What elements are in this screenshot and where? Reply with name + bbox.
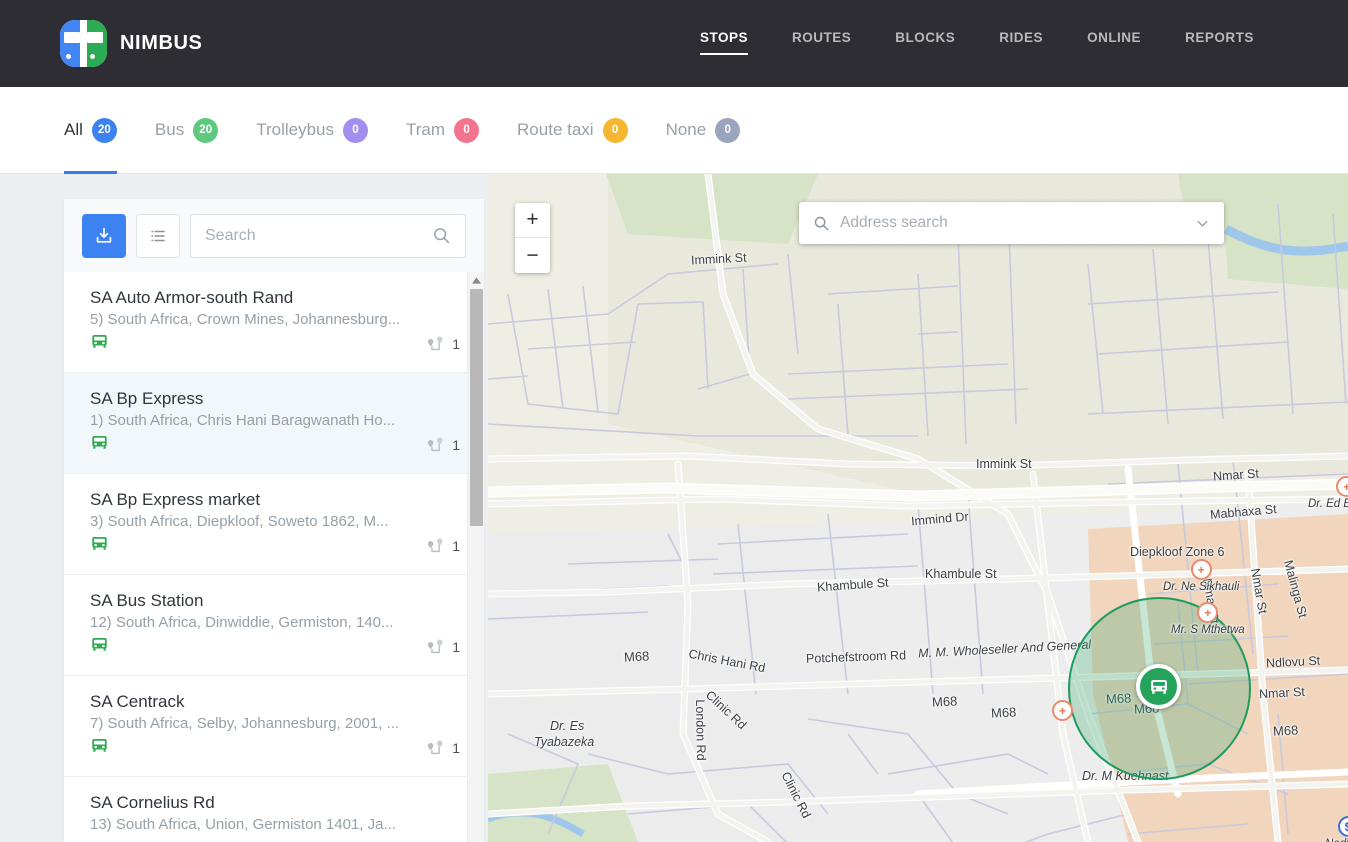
route-count-value: 1	[452, 437, 460, 453]
scroll-up-arrow-icon[interactable]	[468, 272, 484, 289]
list-item[interactable]: SA Bp Express market 3) South Africa, Di…	[64, 474, 484, 575]
tab-bus-label: Bus	[155, 120, 184, 140]
address-search-input[interactable]	[840, 214, 1195, 232]
stops-list[interactable]: SA Auto Armor-south Rand 5) South Africa…	[64, 272, 484, 842]
search-icon	[813, 215, 830, 232]
tab-none-badge: 0	[715, 118, 740, 143]
tab-all-badge: 20	[92, 118, 117, 143]
route-stops-icon	[426, 335, 446, 353]
import-download-icon[interactable]	[82, 214, 126, 258]
tab-all-label: All	[64, 120, 83, 140]
map-canvas[interactable]: Immink St Immink St Nmar St Mabhaxa St D…	[488, 174, 1348, 842]
tab-trolleybus-badge: 0	[343, 118, 368, 143]
tab-trolleybus[interactable]: Trolleybus 0	[256, 87, 368, 174]
stops-toolbar	[64, 199, 484, 272]
scrollbar-thumb[interactable]	[470, 289, 483, 526]
route-stops-icon	[426, 436, 446, 454]
route-count-value: 1	[452, 538, 460, 554]
list-item[interactable]: SA Bp Express 1) South Africa, Chris Han…	[64, 373, 484, 474]
tab-tram-badge: 0	[454, 118, 479, 143]
search-input[interactable]	[205, 227, 432, 245]
search-icon	[432, 226, 451, 245]
route-count-value: 1	[452, 740, 460, 756]
list-view-icon[interactable]	[136, 214, 180, 258]
chevron-down-icon[interactable]	[1195, 216, 1210, 231]
route-count: 1	[426, 638, 460, 656]
route-count-value: 1	[452, 336, 460, 352]
app-header: NIMBUS STOPS ROUTES BLOCKS RIDES ONLINE …	[0, 0, 1348, 87]
stop-address: 5) South Africa, Crown Mines, Johannesbu…	[90, 311, 460, 328]
tab-none-label: None	[666, 120, 707, 140]
bus-icon	[90, 635, 109, 659]
nav-item-rides[interactable]: RIDES	[999, 30, 1043, 55]
zoom-out-button[interactable]: −	[515, 238, 550, 273]
transport-type-tabbar: All 20 Bus 20 Trolleybus 0 Tram 0 Route …	[0, 87, 1348, 174]
tab-route-taxi-badge: 0	[603, 118, 628, 143]
list-item[interactable]: SA Cornelius Rd 13) South Africa, Union,…	[64, 777, 484, 842]
tab-trolleybus-label: Trolleybus	[256, 120, 334, 140]
stop-title: SA Bp Express	[90, 389, 460, 409]
address-search-box[interactable]	[799, 202, 1224, 244]
stop-address: 3) South Africa, Diepkloof, Soweto 1862,…	[90, 513, 460, 530]
route-count: 1	[426, 335, 460, 353]
tab-bus-badge: 20	[193, 118, 218, 143]
stops-panel: SA Auto Armor-south Rand 5) South Africa…	[64, 199, 484, 842]
route-stops-icon	[426, 537, 446, 555]
nav-item-routes[interactable]: ROUTES	[792, 30, 851, 55]
bus-icon	[90, 534, 109, 558]
stop-address: 12) South Africa, Dinwiddie, Germiston, …	[90, 614, 460, 631]
stop-title: SA Bus Station	[90, 591, 460, 611]
list-item[interactable]: SA Auto Armor-south Rand 5) South Africa…	[64, 272, 484, 373]
stop-title: SA Auto Armor-south Rand	[90, 288, 460, 308]
map-zoom-controls: + −	[515, 203, 550, 273]
stop-address: 1) South Africa, Chris Hani Baragwanath …	[90, 412, 460, 429]
nav-item-reports[interactable]: REPORTS	[1185, 30, 1254, 55]
tab-route-taxi[interactable]: Route taxi 0	[517, 87, 628, 174]
bus-icon	[90, 736, 109, 760]
bus-tram-logo-icon	[60, 20, 107, 67]
route-count: 1	[426, 436, 460, 454]
tab-tram-label: Tram	[406, 120, 445, 140]
nav-item-stops[interactable]: STOPS	[700, 30, 748, 55]
tab-bus[interactable]: Bus 20	[155, 87, 218, 174]
bus-icon	[90, 332, 109, 356]
bus-icon	[90, 433, 109, 457]
brand[interactable]: NIMBUS	[60, 20, 203, 67]
route-count: 1	[426, 739, 460, 757]
stops-scrollbar[interactable]	[467, 272, 484, 842]
stop-title: SA Centrack	[90, 692, 460, 712]
list-item[interactable]: SA Centrack 7) South Africa, Selby, Joha…	[64, 676, 484, 777]
tab-tram[interactable]: Tram 0	[406, 87, 479, 174]
main-navigation: STOPS ROUTES BLOCKS RIDES ONLINE REPORTS	[700, 30, 1254, 55]
stop-title: SA Cornelius Rd	[90, 793, 460, 813]
bus-stop-marker-icon[interactable]	[1136, 664, 1181, 709]
brand-name: NIMBUS	[120, 32, 203, 55]
list-item[interactable]: SA Bus Station 12) South Africa, Dinwidd…	[64, 575, 484, 676]
tab-all[interactable]: All 20	[64, 87, 117, 174]
content-area: SA Auto Armor-south Rand 5) South Africa…	[0, 174, 1348, 842]
zoom-in-button[interactable]: +	[515, 203, 550, 238]
stop-title: SA Bp Express market	[90, 490, 460, 510]
route-count: 1	[426, 537, 460, 555]
route-stops-icon	[426, 739, 446, 757]
tab-none[interactable]: None 0	[666, 87, 741, 174]
route-stops-icon	[426, 638, 446, 656]
route-count-value: 1	[452, 639, 460, 655]
stops-search-box[interactable]	[190, 214, 466, 258]
stop-address: 13) South Africa, Union, Germiston 1401,…	[90, 816, 460, 833]
tab-route-taxi-label: Route taxi	[517, 120, 594, 140]
stop-address: 7) South Africa, Selby, Johannesburg, 20…	[90, 715, 460, 732]
nav-item-online[interactable]: ONLINE	[1087, 30, 1141, 55]
nav-item-blocks[interactable]: BLOCKS	[895, 30, 955, 55]
